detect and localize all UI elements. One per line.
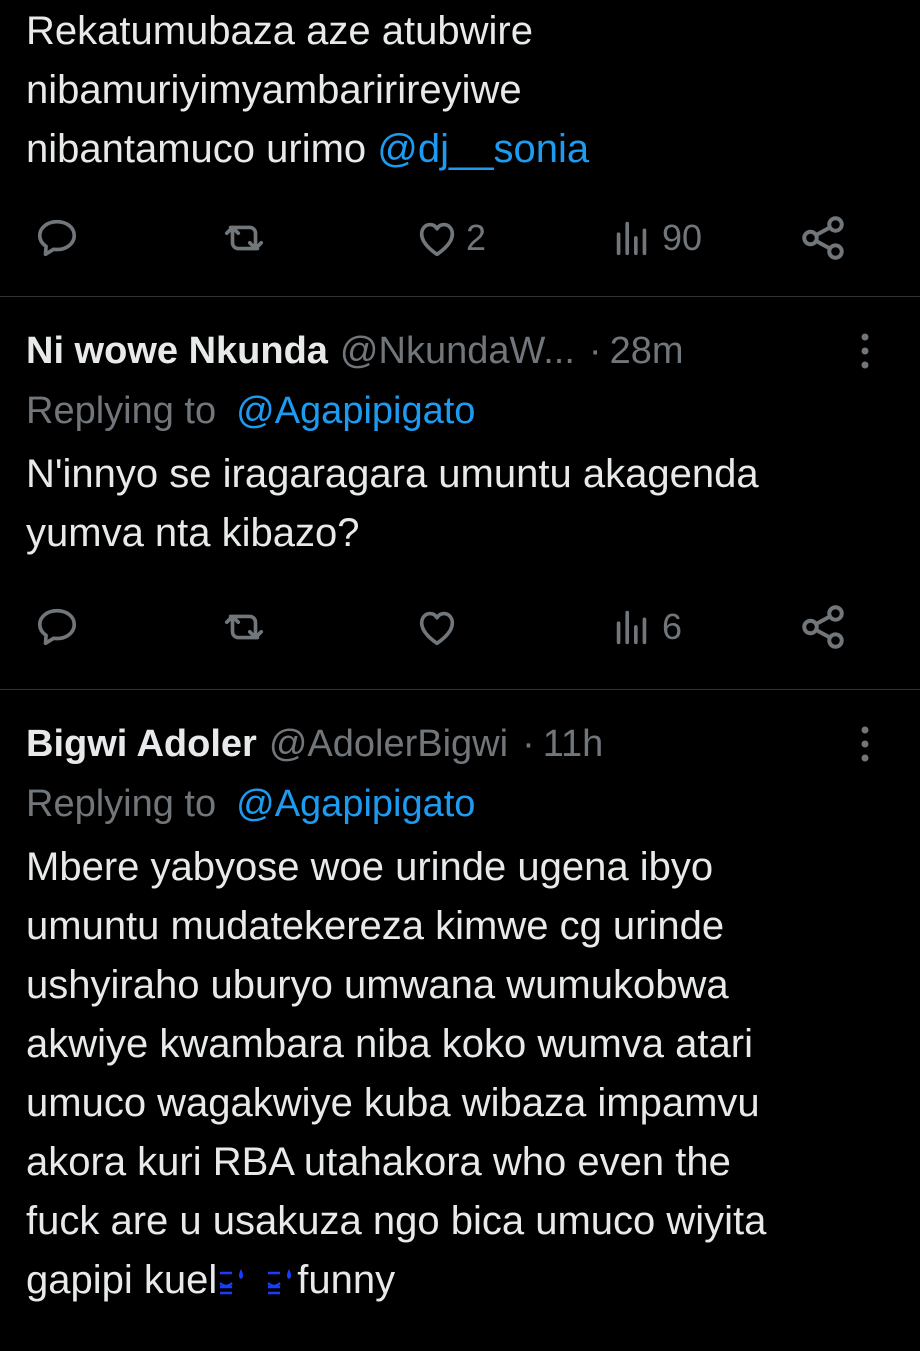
tweet-2-like-button[interactable]: [414, 597, 460, 657]
tweet-3-separator-dot: ·: [522, 722, 535, 765]
tweet-3-more-button[interactable]: [850, 720, 880, 768]
tweet-2-replying-prefix: Replying to: [26, 390, 217, 432]
tweet-2-header: Ni wowe Nkunda @NkundaW... · 28m: [26, 297, 894, 375]
tweet-3-author-name[interactable]: Bigwi Adoler: [26, 723, 257, 766]
more-vertical-icon: [861, 726, 869, 762]
views-bar-chart-icon: [616, 221, 647, 256]
tweet-2-actions: 6: [0, 597, 920, 657]
heart-icon: [419, 222, 455, 257]
share-icon: [802, 605, 844, 649]
tweet-3-replying-prefix: Replying to: [26, 783, 217, 825]
tweet-3-body-end: funny: [297, 1258, 396, 1302]
tweet-1-line-3: nibantamuco urimo: [26, 127, 378, 171]
tweet-3-author-handle[interactable]: @AdolerBigwi: [269, 723, 508, 766]
tweet-1-view-count: 90: [662, 217, 703, 258]
tweet-1-like-button[interactable]: 2: [414, 208, 486, 268]
tweet-1-retweet-button[interactable]: [220, 208, 268, 268]
tweet-1[interactable]: Rekatumubaza aze atubwire nibamuriyimyam…: [0, 0, 920, 297]
views-bar-chart-icon: [616, 610, 647, 645]
tweet-2-author-name[interactable]: Ni wowe Nkunda: [26, 330, 328, 373]
share-icon: [802, 216, 844, 260]
tweet-1-views-button[interactable]: 90: [608, 208, 702, 268]
tweet-1-mention-link[interactable]: @dj__sonia: [377, 127, 589, 171]
retweet-icon: [224, 225, 264, 251]
tweet-1-like-count: 2: [466, 217, 487, 258]
tweet-2-view-count: 6: [662, 606, 683, 647]
sweat-smile-emoji: [219, 1269, 244, 1295]
tweet-1-line-1: Rekatumubaza aze atubwire: [26, 9, 533, 53]
reply-bubble-icon: [37, 608, 77, 646]
tweet-2-views-button[interactable]: 6: [608, 597, 682, 657]
tweet-3-text: Mbere yabyose woe urinde ugena ibyo umun…: [26, 838, 894, 1310]
tweet-3-body: Mbere yabyose woe urinde ugena ibyo umun…: [26, 845, 767, 1302]
tweet-2[interactable]: Ni wowe Nkunda @NkundaW... · 28m Replyin…: [0, 297, 920, 690]
sweat-smile-emoji: [267, 1269, 292, 1295]
reply-bubble-icon: [37, 219, 77, 257]
tweet-3-replying-to: Replying to @Agapipigato: [26, 776, 894, 832]
retweet-icon: [224, 614, 264, 640]
tweet-1-reply-button[interactable]: [34, 208, 80, 268]
tweet-2-more-button[interactable]: [850, 327, 880, 375]
more-vertical-icon: [861, 333, 869, 369]
tweet-2-reply-button[interactable]: [34, 597, 80, 657]
tweet-2-text: N'innyo se iragaragara umuntu akagenda y…: [26, 452, 759, 555]
tweet-2-author-handle[interactable]: @NkundaW...: [340, 330, 575, 373]
tweet-3-header: Bigwi Adoler @AdolerBigwi · 11h: [26, 690, 894, 768]
tweet-3-replying-mention[interactable]: @Agapipigato: [236, 783, 475, 825]
heart-icon: [419, 611, 455, 646]
tweet-1-share-button[interactable]: [798, 208, 848, 268]
tweet-1-line-2: nibamuriyimyambaririreyiwe: [26, 68, 522, 112]
tweet-2-replying-mention[interactable]: @Agapipigato: [236, 390, 475, 432]
tweet-2-timestamp[interactable]: 28m: [610, 330, 684, 373]
tweet-2-replying-to: Replying to @Agapipigato: [26, 383, 894, 439]
tweet-2-share-button[interactable]: [798, 597, 848, 657]
tweet-1-actions: 2 90: [0, 208, 920, 268]
tweet-1-text: Rekatumubaza aze atubwire nibamuriyimyam…: [26, 0, 894, 179]
tweet-3-timestamp[interactable]: 11h: [543, 723, 604, 766]
tweet-2-separator-dot: ·: [588, 329, 602, 372]
tweet-2-retweet-button[interactable]: [220, 597, 268, 657]
tweet-3[interactable]: Bigwi Adoler @AdolerBigwi · 11h Replying…: [0, 690, 920, 1351]
